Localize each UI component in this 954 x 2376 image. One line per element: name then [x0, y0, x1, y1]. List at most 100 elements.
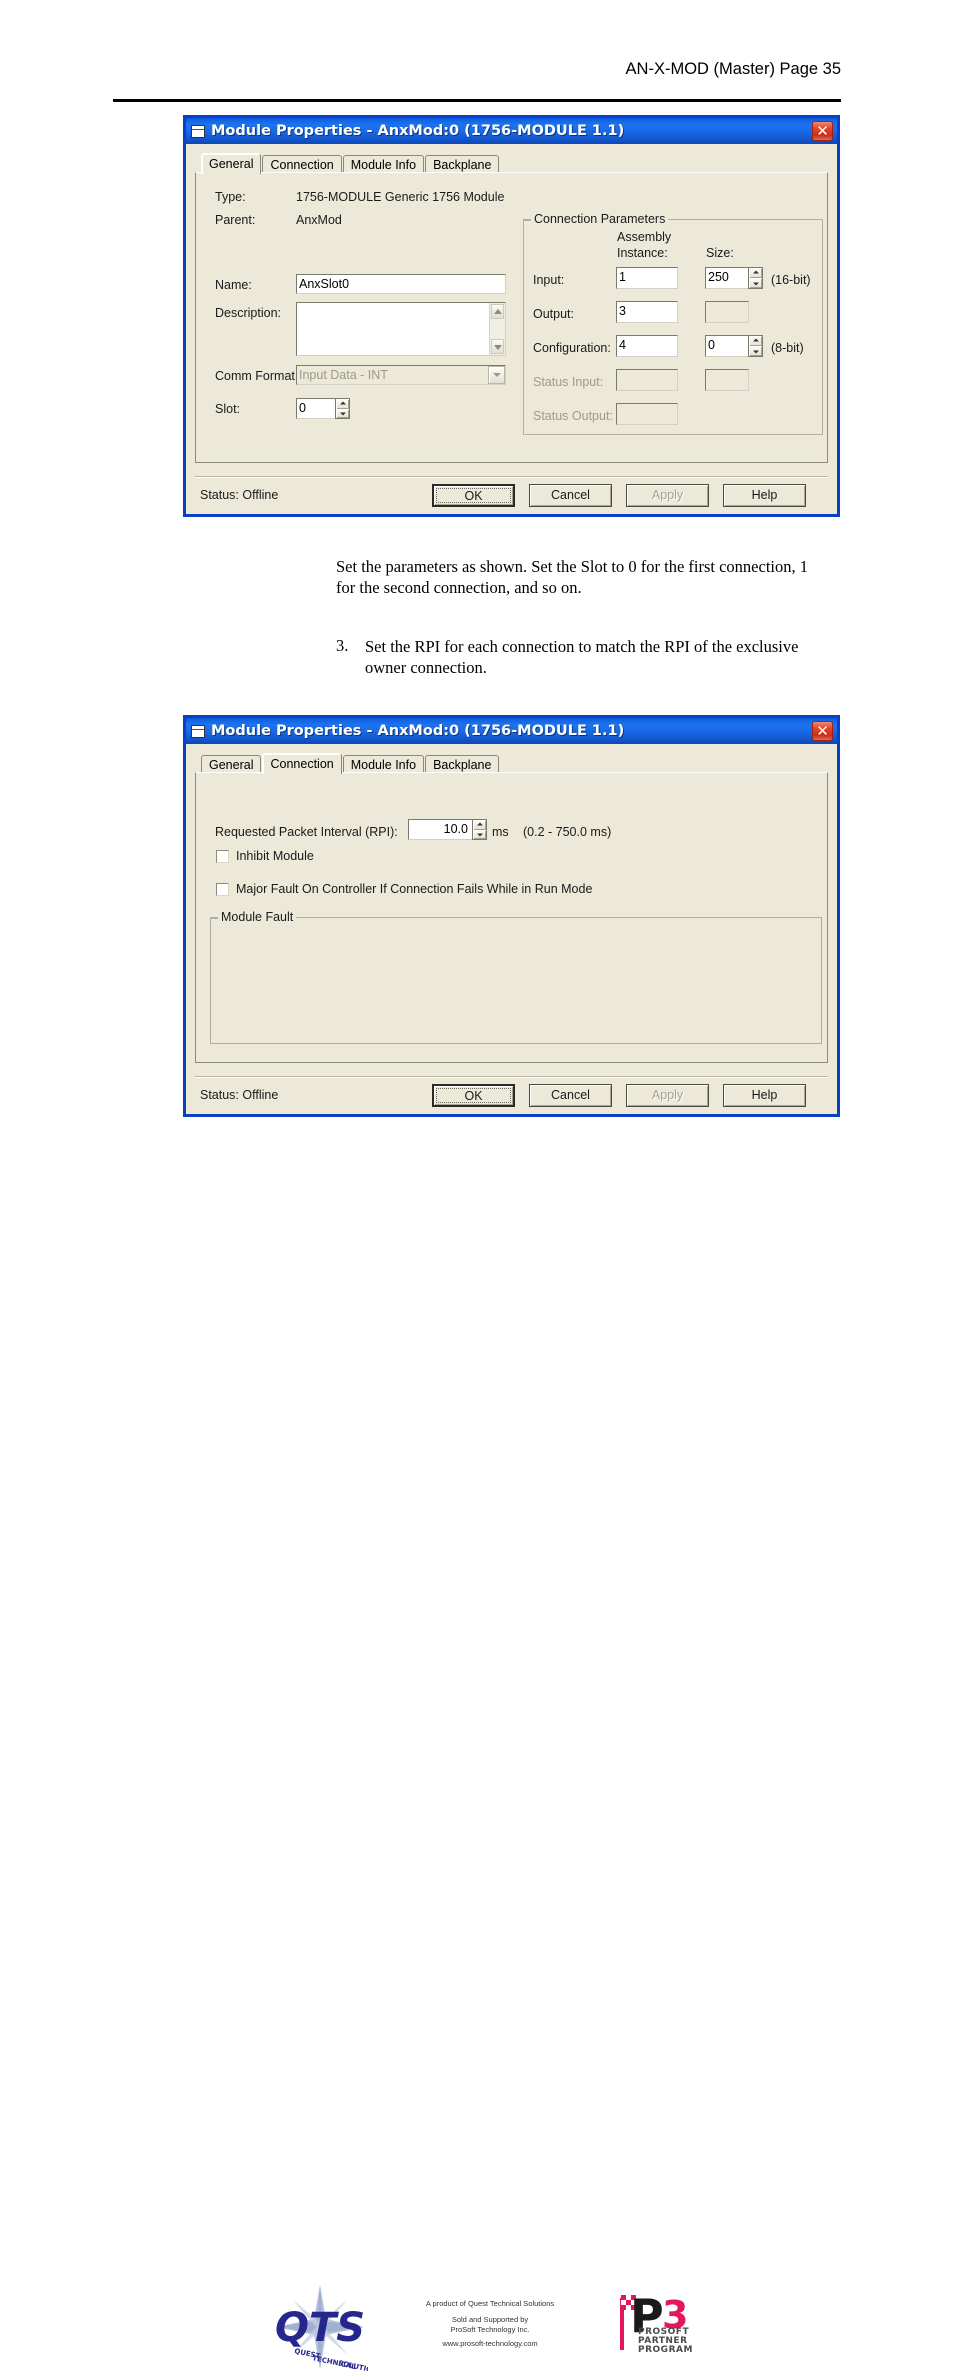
- tab-backplane[interactable]: Backplane: [425, 155, 500, 173]
- status-label: Status: Offline: [200, 488, 279, 502]
- window-title: Module Properties - AnxMod:0 (1756-MODUL…: [211, 723, 625, 739]
- tab-module-info[interactable]: Module Info: [342, 155, 425, 173]
- output-size-field: [705, 301, 749, 323]
- module-properties-dialog-connection: Module Properties - AnxMod:0 (1756-MODUL…: [183, 715, 840, 1117]
- slot-input[interactable]: 0: [296, 398, 336, 419]
- page-title: AN-X-MOD (Master) Page 35: [625, 60, 841, 78]
- description-input[interactable]: [296, 302, 506, 356]
- configuration-instance-field[interactable]: 4: [616, 335, 678, 357]
- major-fault-label[interactable]: Major Fault On Controller If Connection …: [236, 882, 592, 896]
- dialog-button-bar: Status: Offline OK Cancel Apply Help: [186, 476, 837, 514]
- dialog-client-area: General Connection Module Info Backplane…: [186, 144, 837, 514]
- spinner-down-icon[interactable]: [749, 278, 762, 288]
- p3-logo: P 3 PROSOFT PARTNER PROGRAM: [608, 2289, 704, 2355]
- module-fault-legend: Module Fault: [218, 910, 297, 924]
- titlebar[interactable]: Module Properties - AnxMod:0 (1756-MODUL…: [186, 118, 837, 144]
- module-properties-dialog-general: Module Properties - AnxMod:0 (1756-MODUL…: [183, 115, 840, 517]
- configuration-row-label: Configuration:: [533, 341, 611, 355]
- spinner-down-icon[interactable]: [749, 346, 762, 356]
- footer-line-2: Sold and Supported by: [451, 2315, 529, 2324]
- comm-format-combobox[interactable]: Input Data - INT: [296, 365, 506, 385]
- svg-text:PROGRAM: PROGRAM: [638, 2345, 693, 2354]
- scroll-up-icon[interactable]: [491, 304, 504, 319]
- description-scrollbar[interactable]: [489, 303, 505, 355]
- tab-connection[interactable]: Connection: [262, 155, 342, 173]
- spinner-up-icon[interactable]: [749, 268, 762, 278]
- configuration-size-spinner[interactable]: [748, 335, 763, 357]
- input-size-unit: (16-bit): [771, 273, 811, 287]
- chevron-down-icon[interactable]: [488, 366, 505, 384]
- help-button[interactable]: Help: [723, 484, 806, 507]
- rpi-unit: ms: [492, 825, 509, 839]
- apply-button: Apply: [626, 1084, 709, 1107]
- assembly-header-line2: Instance:: [617, 246, 668, 260]
- header-rule: [113, 99, 841, 102]
- dialog-client-area: General Connection Module Info Backplane…: [186, 744, 837, 1114]
- spinner-up-icon[interactable]: [473, 820, 486, 830]
- p3-logo-svg: P 3 PROSOFT PARTNER PROGRAM: [620, 2289, 693, 2355]
- divider: [195, 476, 828, 478]
- paragraph-2-line-1: Set the RPI for each connection to match…: [365, 637, 799, 656]
- ok-button[interactable]: OK: [432, 1084, 515, 1107]
- rpi-input[interactable]: 10.0: [408, 819, 473, 840]
- tab-general[interactable]: General: [201, 153, 262, 174]
- spinner-up-icon[interactable]: [749, 336, 762, 346]
- status-output-instance-field: [616, 403, 678, 425]
- tab-connection[interactable]: Connection: [262, 753, 342, 774]
- name-label: Name:: [215, 278, 252, 292]
- ok-button-label: OK: [436, 488, 511, 503]
- titlebar[interactable]: Module Properties - AnxMod:0 (1756-MODUL…: [186, 718, 837, 744]
- cancel-button[interactable]: Cancel: [529, 484, 612, 507]
- spinner-down-icon[interactable]: [336, 408, 349, 418]
- help-button[interactable]: Help: [723, 1084, 806, 1107]
- ok-button[interactable]: OK: [432, 484, 515, 507]
- window-icon: [191, 124, 205, 138]
- rpi-range: (0.2 - 750.0 ms): [523, 825, 612, 839]
- tab-page-connection: Requested Packet Interval (RPI): 10.0 ms…: [195, 772, 828, 1063]
- close-icon[interactable]: ✕: [812, 721, 833, 741]
- parent-label: Parent:: [215, 213, 256, 227]
- svg-text:SOLUTIONS: SOLUTIONS: [338, 2359, 368, 2371]
- close-icon[interactable]: ✕: [812, 121, 833, 141]
- tab-module-info[interactable]: Module Info: [342, 755, 425, 773]
- name-input[interactable]: AnxSlot0: [296, 274, 506, 294]
- paragraph-1-line-1: Set the parameters as shown. Set the Slo…: [336, 557, 808, 576]
- type-value: 1756-MODULE Generic 1756 Module: [296, 190, 505, 204]
- tab-page-general: Type: 1756-MODULE Generic 1756 Module Pa…: [195, 172, 828, 463]
- inhibit-module-checkbox[interactable]: [216, 850, 229, 863]
- spinner-up-icon[interactable]: [336, 399, 349, 409]
- dialog-button-bar: Status: Offline OK Cancel Apply Help: [186, 1076, 837, 1114]
- qts-logo: QTS QUEST TECHNICAL SOLUTIONS: [272, 2283, 383, 2376]
- rpi-spinner[interactable]: [472, 819, 487, 840]
- major-fault-checkbox[interactable]: [216, 883, 229, 896]
- inhibit-module-label[interactable]: Inhibit Module: [236, 849, 314, 863]
- tab-general[interactable]: General: [201, 755, 262, 773]
- input-size-spinner[interactable]: [748, 267, 763, 289]
- input-instance-field[interactable]: 1: [616, 267, 678, 289]
- output-instance-field[interactable]: 3: [616, 301, 678, 323]
- spinner-down-icon[interactable]: [473, 829, 486, 839]
- tab-backplane[interactable]: Backplane: [425, 755, 500, 773]
- size-header: Size:: [706, 246, 734, 260]
- type-label: Type:: [215, 190, 246, 204]
- configuration-size-field[interactable]: 0: [705, 335, 749, 357]
- slot-spinner[interactable]: [335, 398, 350, 419]
- apply-button: Apply: [626, 484, 709, 507]
- window-title: Module Properties - AnxMod:0 (1756-MODUL…: [211, 123, 625, 139]
- connection-parameters-legend: Connection Parameters: [531, 212, 669, 226]
- rpi-label: Requested Packet Interval (RPI):: [215, 825, 398, 839]
- scroll-down-icon[interactable]: [491, 339, 504, 354]
- tabstrip: General Connection Module Info Backplane: [195, 752, 828, 774]
- status-input-size-field: [705, 369, 749, 391]
- qts-logo-svg: QTS QUEST TECHNICAL SOLUTIONS: [275, 2285, 383, 2376]
- comm-format-label: Comm Format:: [215, 369, 299, 383]
- name-label-text: Name:: [215, 278, 252, 292]
- status-input-row-label: Status Input:: [533, 375, 604, 389]
- page-footer: QTS QUEST TECHNICAL SOLUTIONS A product …: [0, 1140, 954, 2376]
- connection-parameters-group: Connection Parameters Assembly Instance:…: [523, 212, 823, 435]
- cancel-button[interactable]: Cancel: [529, 1084, 612, 1107]
- input-size-field[interactable]: 250: [705, 267, 749, 289]
- status-output-row-label: Status Output:: [533, 409, 613, 423]
- module-fault-group: Module Fault: [210, 910, 822, 1044]
- output-row-label: Output:: [533, 307, 574, 321]
